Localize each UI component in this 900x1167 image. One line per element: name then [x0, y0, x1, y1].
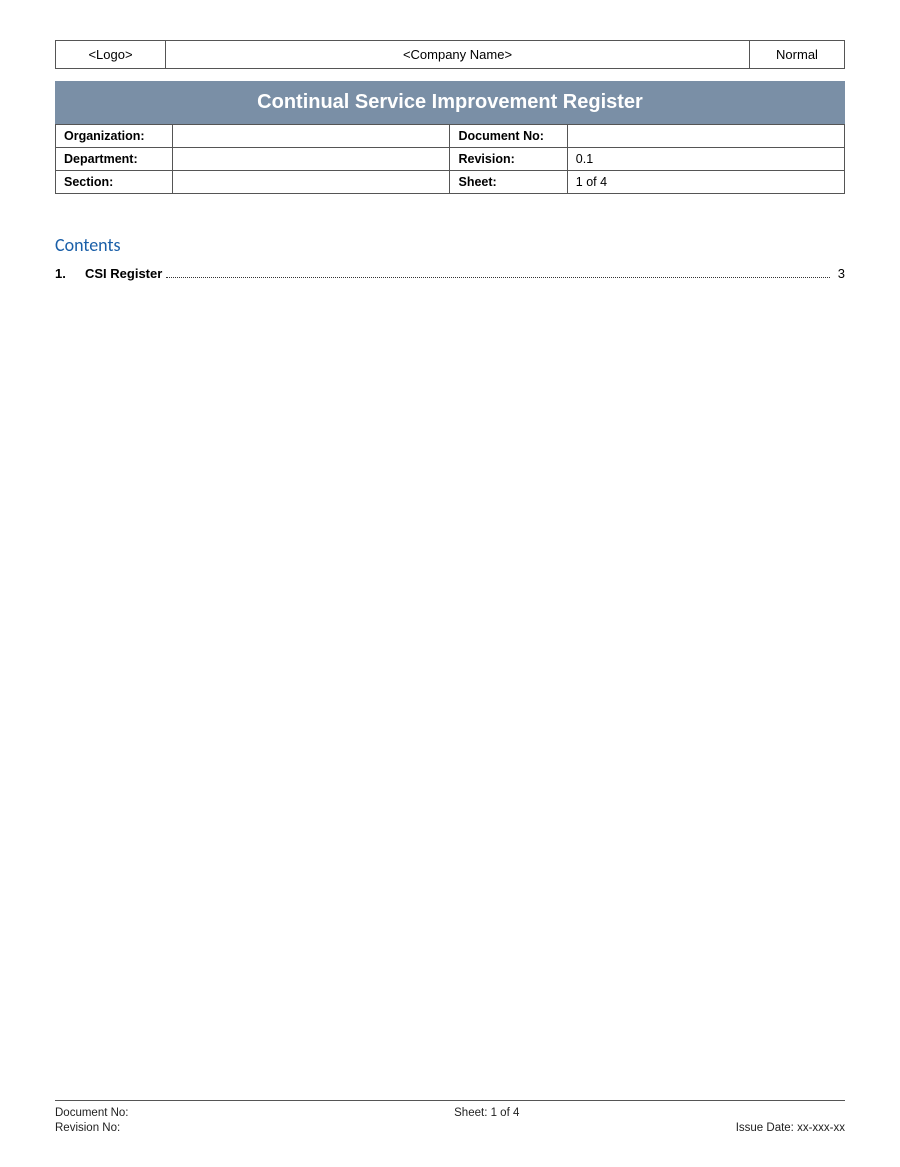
section-label: Section:	[56, 171, 173, 194]
page: <Logo> <Company Name> Normal Continual S…	[0, 0, 900, 1167]
page-footer: Document No: Sheet: 1 of 4 Revision No: …	[55, 1100, 845, 1137]
revision-label: Revision:	[450, 148, 567, 171]
toc-dots-1	[166, 266, 829, 278]
footer-issue-date: Issue Date: xx-xxx-xx	[736, 1122, 845, 1134]
org-label: Organization:	[56, 125, 173, 148]
info-table: Organization: Document No: Department: R…	[55, 124, 845, 194]
header-company-cell: <Company Name>	[166, 41, 750, 69]
toc-page-1: 3	[838, 266, 845, 281]
header-logo-cell: <Logo>	[56, 41, 166, 69]
footer-revision-no: Revision No:	[55, 1122, 120, 1134]
info-row-1: Organization: Document No:	[56, 125, 845, 148]
dept-value	[173, 148, 450, 171]
sheet-value: 1 of 4	[567, 171, 844, 194]
sheet-label: Sheet:	[450, 171, 567, 194]
info-row-2: Department: Revision: 0.1	[56, 148, 845, 171]
footer-row-2: Revision No: Issue Date: xx-xxx-xx	[55, 1122, 845, 1134]
footer-row-1: Document No: Sheet: 1 of 4	[55, 1107, 845, 1119]
dept-label: Department:	[56, 148, 173, 171]
revision-value: 0.1	[567, 148, 844, 171]
footer-sheet: Sheet: 1 of 4	[454, 1107, 519, 1119]
header-table: <Logo> <Company Name> Normal	[55, 40, 845, 69]
org-value	[173, 125, 450, 148]
header-normal-cell: Normal	[750, 41, 845, 69]
contents-section: Contents 1. CSI Register 3	[55, 224, 845, 281]
section-value	[173, 171, 450, 194]
logo-text: <Logo>	[88, 47, 132, 62]
contents-title: Contents	[55, 234, 845, 256]
toc-label-1: CSI Register	[85, 266, 162, 281]
company-name-text: <Company Name>	[403, 47, 512, 62]
docno-label: Document No:	[450, 125, 567, 148]
footer-doc-no: Document No:	[55, 1107, 129, 1119]
normal-text: Normal	[776, 47, 818, 62]
toc-item-1: 1. CSI Register 3	[55, 266, 845, 281]
docno-value	[567, 125, 844, 148]
toc-number-1: 1.	[55, 266, 75, 281]
info-row-3: Section: Sheet: 1 of 4	[56, 171, 845, 194]
document-title: Continual Service Improvement Register	[55, 81, 845, 124]
